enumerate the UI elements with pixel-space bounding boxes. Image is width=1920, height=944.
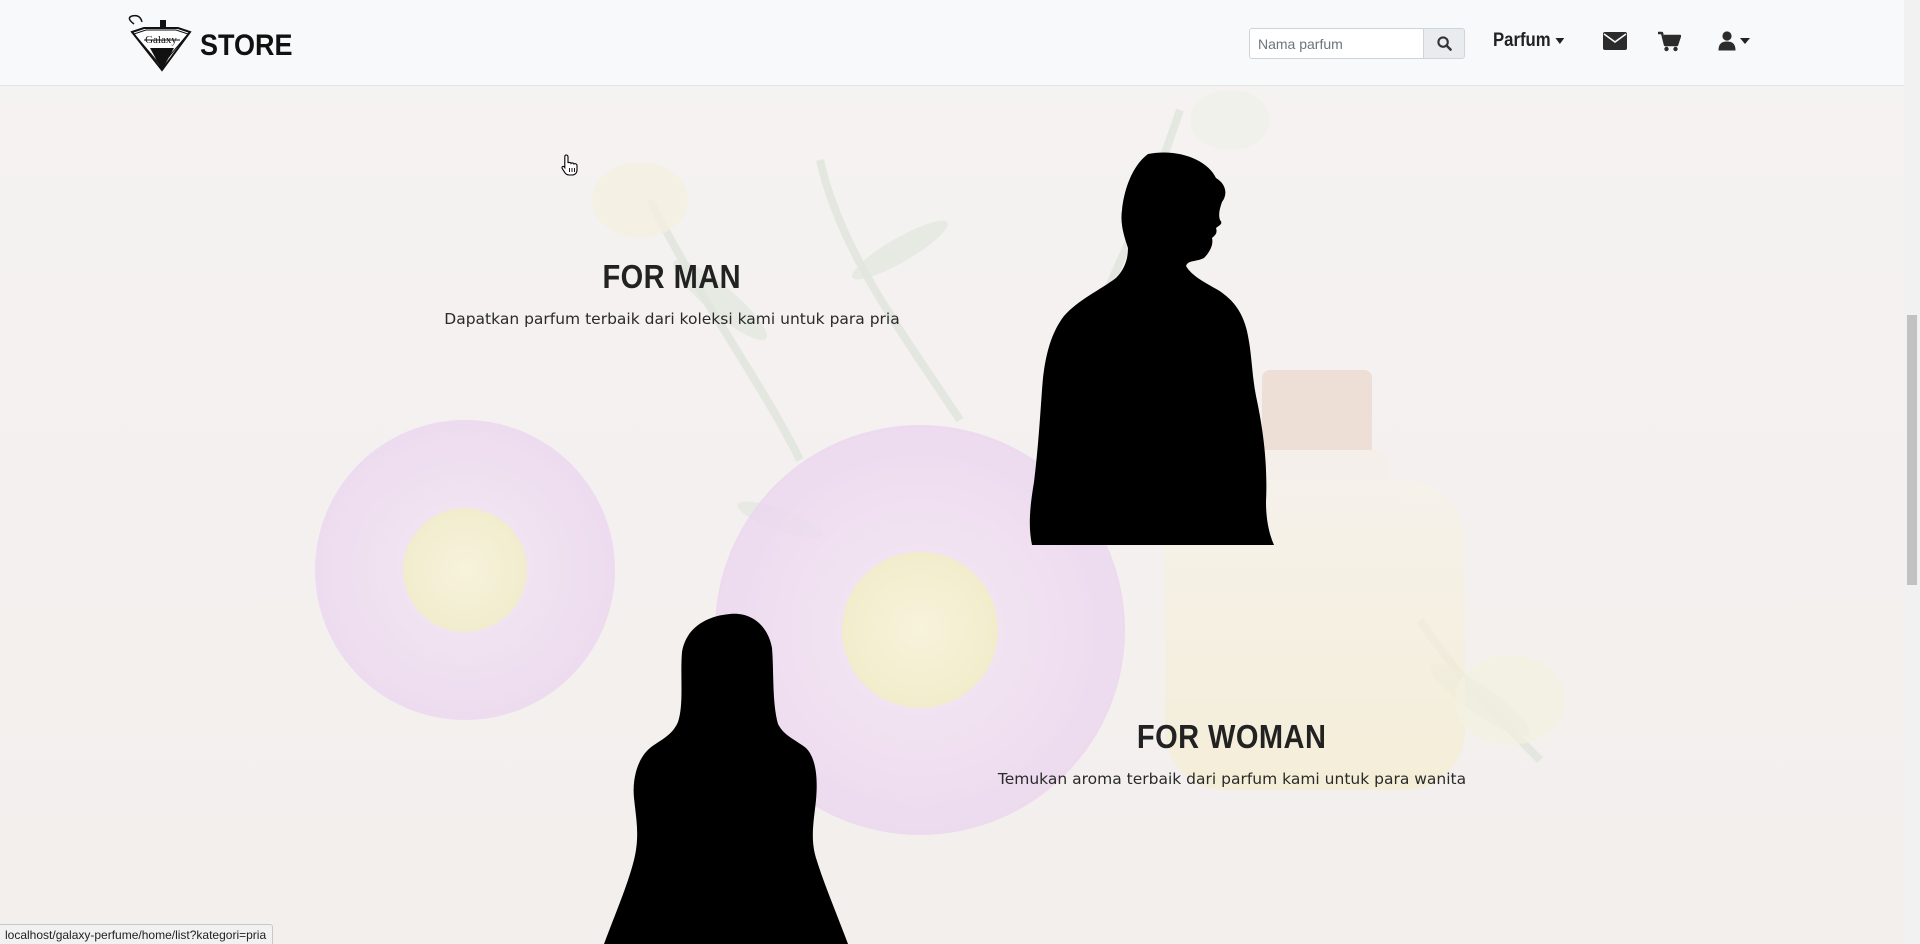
- scrollbar-thumb[interactable]: [1907, 315, 1917, 585]
- for-man-title[interactable]: FOR MAN: [603, 258, 742, 296]
- search-input[interactable]: [1249, 28, 1423, 59]
- search-button[interactable]: [1423, 28, 1465, 59]
- caret-down-icon: [1740, 38, 1750, 44]
- galaxy-perfume-logo: Galaxy PERFUME: [128, 14, 192, 72]
- for-woman-section[interactable]: FOR WOMAN Temukan aroma terbaik dari par…: [982, 718, 1482, 788]
- search-icon: [1436, 36, 1452, 51]
- for-woman-title[interactable]: FOR WOMAN: [1137, 718, 1326, 756]
- page-scrollbar[interactable]: [1904, 0, 1920, 944]
- user-menu-dropdown[interactable]: [1718, 31, 1750, 51]
- parfum-dropdown-label: Parfum: [1493, 30, 1551, 51]
- envelope-icon: [1603, 32, 1627, 50]
- brand-link[interactable]: Galaxy PERFUME STORE: [124, 14, 303, 72]
- cart-icon: [1658, 31, 1682, 52]
- svg-text:PERFUME: PERFUME: [151, 47, 171, 52]
- svg-text:Galaxy: Galaxy: [145, 34, 177, 46]
- top-navbar: Galaxy PERFUME STORE Parfum: [0, 0, 1904, 86]
- for-woman-description: Temukan aroma terbaik dari parfum kami u…: [997, 770, 1467, 788]
- browser-status-bar: localhost/galaxy-perfume/home/list?kateg…: [0, 924, 274, 944]
- messages-link[interactable]: [1602, 30, 1628, 57]
- man-silhouette-image[interactable]: [1028, 150, 1290, 545]
- user-icon: [1718, 31, 1736, 51]
- woman-silhouette-image[interactable]: [602, 612, 852, 944]
- cart-link[interactable]: [1658, 31, 1682, 57]
- brand-name: STORE: [200, 29, 293, 62]
- search-form: [1249, 28, 1465, 59]
- caret-down-icon: [1555, 38, 1565, 44]
- hero-background-image: [0, 0, 1904, 944]
- parfum-dropdown[interactable]: Parfum: [1493, 30, 1565, 52]
- for-man-section[interactable]: FOR MAN Dapatkan parfum terbaik dari kol…: [420, 258, 924, 328]
- hand-cursor-icon: [561, 154, 578, 176]
- for-man-description: Dapatkan parfum terbaik dari koleksi kam…: [444, 310, 900, 328]
